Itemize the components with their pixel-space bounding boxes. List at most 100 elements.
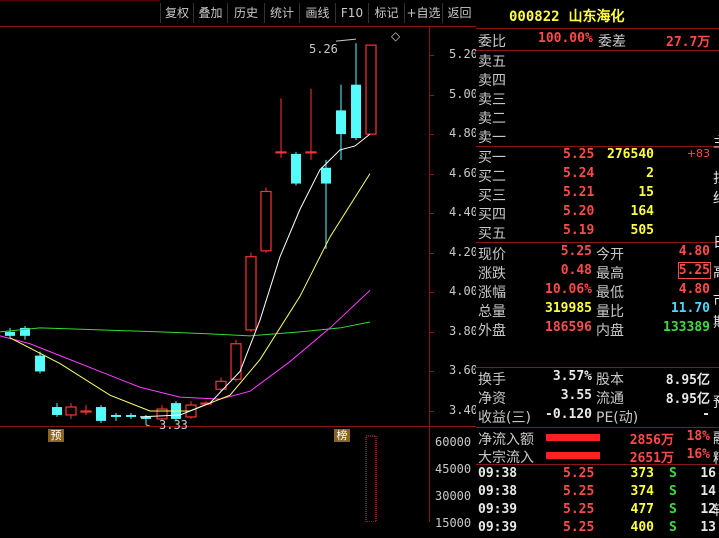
high-pointer: [335, 38, 357, 42]
ask-row[interactable]: 卖五: [476, 51, 712, 70]
price-tick-label: 5.00: [449, 86, 478, 101]
ask-row[interactable]: 卖四: [476, 70, 712, 89]
side-tab[interactable]: 斯: [713, 312, 719, 332]
price-tick: [429, 55, 434, 56]
tick-volume: 400: [630, 520, 654, 535]
ask-row[interactable]: 卖二: [476, 108, 712, 127]
stat-label: 外盘: [478, 323, 506, 339]
stat-label: 最低: [596, 285, 624, 301]
candle-up: [65, 406, 77, 416]
ask-row[interactable]: 卖三: [476, 89, 712, 108]
mark-button[interactable]: 标记: [368, 3, 404, 23]
price-tick-label: 3.80: [449, 323, 478, 338]
side-tab[interactable]: 日: [713, 232, 719, 252]
bid-row[interactable]: 买四 5.20 164: [476, 204, 712, 223]
back-button[interactable]: 返回: [442, 3, 476, 23]
ask-label: 卖三: [478, 92, 506, 108]
candlestick-chart[interactable]: [0, 26, 429, 426]
tick-count: 13: [700, 520, 716, 535]
bid-row[interactable]: 买三 5.21 15: [476, 185, 712, 204]
stat-value: -0.120: [545, 407, 592, 422]
side-tab[interactable]: 市: [713, 290, 719, 310]
tick-time: 09:39: [478, 520, 518, 535]
fuquan-button[interactable]: 复权: [160, 3, 193, 23]
bid-row[interactable]: 买二 5.24 2: [476, 166, 712, 185]
tick-row: 09:39 5.25 400 S 13: [476, 520, 716, 538]
price-tick: [429, 252, 434, 254]
stat-value: 4.80: [678, 282, 710, 297]
stat-value: 5.25: [560, 244, 592, 259]
stat-value: 319985: [545, 301, 592, 316]
flow-row[interactable]: 大宗流入 2651万 16%: [476, 447, 712, 466]
bid-label: 买二: [478, 169, 506, 185]
price-tick: [429, 134, 434, 136]
stats-row: 外盘 186596 内盘 133389: [476, 320, 712, 339]
price-tick-label: 4.60: [449, 165, 478, 180]
stats-row: 现价 5.25 今开 4.80: [476, 244, 712, 263]
stat-value: 5.25: [677, 262, 712, 279]
flow-bar: [546, 434, 600, 441]
stat-label: 现价: [478, 247, 506, 263]
bid-row[interactable]: 买一 5.25 276540 +83: [476, 147, 712, 166]
tick-time: 09:38: [478, 466, 518, 481]
price-tick: [429, 292, 434, 294]
candle-down: [351, 84, 361, 139]
diamond-icon[interactable]: ◇: [391, 29, 400, 43]
bid-volume: 2: [646, 166, 654, 181]
candle-up: [80, 410, 92, 413]
volume-chart[interactable]: [0, 426, 429, 522]
flow-amount: 2856万: [629, 433, 674, 448]
price-tick-label: 4.40: [449, 205, 478, 220]
weibi-row: 委比 100.00% 委差 27.7万: [476, 31, 712, 50]
candle-down: [5, 331, 15, 336]
candle-up: [260, 190, 272, 252]
low-annotation: 3.33: [159, 418, 188, 432]
add-watchlist-button[interactable]: +自选: [404, 3, 442, 23]
weibi-label: 委比: [478, 34, 506, 50]
ranking-marker[interactable]: 榜: [334, 429, 350, 442]
f10-button[interactable]: F10: [335, 3, 368, 23]
flow-divider: [476, 427, 719, 428]
stock-title: 000822 山东海化: [509, 6, 624, 26]
overlay-button[interactable]: 叠加: [193, 3, 227, 23]
bid-row[interactable]: 买五 5.19 505: [476, 223, 712, 242]
price-tick-label: 5.20: [449, 47, 478, 61]
history-button[interactable]: 历史: [227, 3, 264, 23]
volume-tick-label: 30000: [435, 489, 472, 503]
stat-value: 3.55: [560, 388, 592, 403]
toolbar: 复权 叠加 历史 统计 画线 F10 标记 +自选 返回: [0, 0, 476, 26]
stat-label: 涨跌: [478, 266, 506, 282]
side-tab[interactable]: 扫: [713, 168, 719, 188]
side-tab[interactable]: 精: [713, 448, 719, 468]
flow-label: 净流入额: [478, 432, 534, 448]
price-tick-label: 4.80: [449, 126, 478, 141]
stat-value: 8.95亿: [665, 392, 710, 407]
stats-button[interactable]: 统计: [264, 3, 299, 23]
ask-row[interactable]: 卖一: [476, 127, 712, 146]
price-tick-label: 3.60: [449, 363, 478, 378]
candle-down: [96, 407, 106, 421]
side-tab[interactable]: 转: [713, 500, 719, 520]
side-tab[interactable]: 预: [713, 392, 719, 412]
price-tick: [429, 173, 434, 175]
bid-volume: 505: [630, 223, 654, 238]
tick-volume: 374: [630, 484, 654, 499]
stats2-row: 换手 3.57% 股本 8.95亿: [476, 369, 712, 388]
tick-flag: S: [669, 484, 677, 499]
side-tab[interactable]: 高: [713, 262, 719, 282]
side-tab[interactable]: 主: [713, 132, 719, 152]
tick-price: 5.25: [563, 484, 595, 499]
side-tab[interactable]: 约: [713, 188, 719, 208]
stats-row: 涨跌 0.48 最高 5.25: [476, 262, 712, 282]
high-annotation: 5.26: [309, 42, 338, 56]
side-tab[interactable]: 融: [713, 428, 719, 448]
tick-count: 16: [700, 466, 716, 481]
tick-volume: 373: [630, 466, 654, 481]
bid-volume: 276540: [607, 147, 654, 162]
draw-line-button[interactable]: 画线: [299, 3, 335, 23]
price-tick: [429, 371, 434, 373]
flow-row[interactable]: 净流入额 2856万 18%: [476, 429, 712, 448]
stat-label: 今开: [596, 247, 624, 263]
bid-price: 5.21: [563, 185, 595, 200]
forecast-marker[interactable]: 预: [48, 429, 64, 442]
